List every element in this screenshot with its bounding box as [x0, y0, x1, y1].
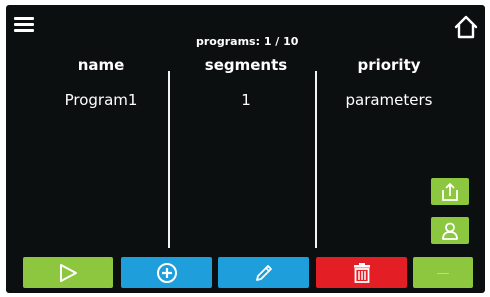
delete-program-button[interactable]: [316, 257, 407, 288]
add-circle-icon: [156, 262, 177, 283]
more-options-button[interactable]: [413, 257, 473, 288]
export-button[interactable]: [431, 178, 469, 205]
programs-counter: programs: 1 / 10: [196, 35, 299, 48]
program-name-cell[interactable]: Program1: [41, 91, 161, 109]
column-divider: [315, 71, 317, 248]
program-segments-cell[interactable]: 1: [181, 91, 311, 109]
user-icon: [442, 222, 458, 240]
column-divider: [168, 71, 170, 248]
user-button[interactable]: [431, 217, 469, 244]
home-icon[interactable]: [453, 14, 479, 40]
controller-screen: programs: 1 / 10 name segments priority …: [6, 5, 485, 293]
trash-icon: [353, 262, 370, 283]
pencil-icon: [255, 264, 272, 281]
dots-icon: [437, 272, 449, 274]
column-header-segments: segments: [204, 56, 288, 74]
column-header-name: name: [77, 56, 125, 74]
start-program-button[interactable]: [23, 257, 113, 288]
export-icon: [442, 182, 458, 201]
play-icon: [60, 263, 77, 282]
hamburger-menu-icon[interactable]: [14, 17, 34, 33]
edit-program-button[interactable]: [218, 257, 309, 288]
program-priority-cell[interactable]: parameters: [329, 91, 449, 109]
column-header-priority: priority: [357, 56, 421, 74]
add-program-button[interactable]: [121, 257, 212, 288]
